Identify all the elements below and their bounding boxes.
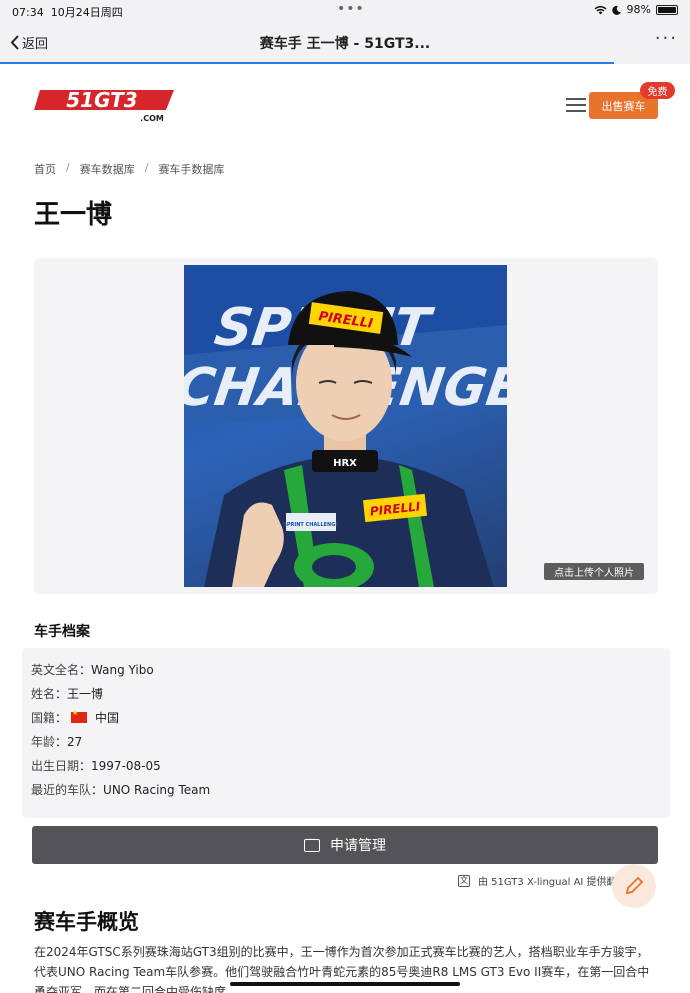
- more-options-icon[interactable]: ···: [655, 28, 678, 49]
- edit-pencil-button[interactable]: [612, 864, 656, 908]
- profile-card: 英文全名：Wang Yibo 姓名：王一博 国籍：中国 年龄：27 出生日期：1…: [22, 648, 670, 818]
- breadcrumb-separator: /: [66, 161, 70, 174]
- apply-manage-button[interactable]: 申请管理: [32, 826, 658, 864]
- profile-label: 姓名: [31, 687, 56, 701]
- collar-brand-text: HRX: [333, 458, 357, 469]
- profile-value: 1997-08-05: [91, 758, 161, 773]
- status-time: 07:34 10月24日周四: [12, 6, 123, 19]
- profile-value: 王一博: [67, 687, 104, 701]
- suit-patch-text: SPRINT CHALLENGE: [283, 522, 339, 528]
- moon-icon: [611, 5, 621, 15]
- breadcrumb: 首页 / 赛车数据库 / 赛车手数据库: [34, 161, 224, 177]
- profile-value: Wang Yibo: [91, 662, 154, 677]
- profile-row-english-name: 英文全名： Wang Yibo: [31, 662, 154, 678]
- profile-row-birth-date: 出生日期： 1997-08-05: [31, 758, 161, 774]
- chat-icon: [304, 835, 320, 852]
- status-date: 10月24日周四: [50, 6, 123, 19]
- site-logo[interactable]: 51GT3 .COM: [34, 88, 174, 124]
- multitask-dots-icon[interactable]: •••: [337, 1, 365, 17]
- driver-photo-card: SPRINT CHALLENGE HRX PIRELLI: [34, 258, 658, 594]
- free-badge: 免费: [640, 82, 675, 99]
- profile-label: 年龄: [31, 735, 56, 749]
- wifi-icon: [594, 5, 607, 14]
- china-flag-icon: [71, 709, 88, 723]
- breadcrumb-driver-database[interactable]: 赛车手数据库: [158, 161, 224, 177]
- overview-title: 赛车手概览: [34, 910, 139, 934]
- driver-photo: SPRINT CHALLENGE HRX PIRELLI: [184, 265, 507, 587]
- profile-label: 出生日期: [31, 759, 80, 773]
- profile-row-recent-team: 最近的车队： UNO Racing Team: [31, 782, 211, 798]
- breadcrumb-car-database[interactable]: 赛车数据库: [80, 161, 135, 177]
- battery-icon: [656, 4, 678, 15]
- breadcrumb-home[interactable]: 首页: [34, 161, 56, 177]
- driver-photo-illustration: SPRINT CHALLENGE HRX PIRELLI: [184, 265, 507, 587]
- battery-percent: 98%: [626, 3, 651, 16]
- profile-value: 中国: [95, 711, 120, 725]
- logo-domain: .COM: [140, 114, 164, 123]
- hamburger-menu-icon[interactable]: [566, 98, 586, 112]
- upload-photo-button[interactable]: 点击上传个人照片: [544, 563, 644, 580]
- pencil-icon: [625, 876, 644, 895]
- translation-note-text: 由 51GT3 X-lingual AI 提供翻译: [478, 877, 627, 888]
- profile-label: 英文全名: [31, 663, 80, 677]
- profile-section-title: 车手档案: [34, 624, 90, 640]
- translate-icon: 文: [458, 874, 470, 887]
- page-title: 王一博: [34, 200, 113, 230]
- logo-text: 51GT3: [66, 88, 137, 112]
- browser-nav-bar: 返回 赛车手 王一博 - 51GT3... ···: [0, 24, 690, 62]
- translation-note: 文 由 51GT3 X-lingual AI 提供翻译: [458, 873, 627, 888]
- profile-label: 国籍: [31, 711, 56, 725]
- web-page: 51GT3 .COM 出售赛车 免费 首页 / 赛车数据库 / 赛车手数据库 王…: [0, 64, 690, 993]
- profile-value[interactable]: UNO Racing Team: [103, 783, 210, 797]
- profile-label: 最近的车队: [31, 783, 92, 797]
- profile-value: 27: [67, 734, 83, 749]
- status-bar: 07:34 10月24日周四 ••• 98%: [0, 0, 690, 22]
- profile-row-nationality: 国籍：中国: [31, 709, 119, 726]
- home-indicator[interactable]: [230, 982, 460, 986]
- breadcrumb-separator: /: [144, 161, 149, 174]
- profile-row-name: 姓名：王一博: [31, 687, 104, 701]
- apply-manage-label: 申请管理: [330, 838, 386, 854]
- profile-row-age: 年龄： 27: [31, 734, 83, 750]
- browser-page-title: 赛车手 王一博 - 51GT3...: [259, 36, 431, 52]
